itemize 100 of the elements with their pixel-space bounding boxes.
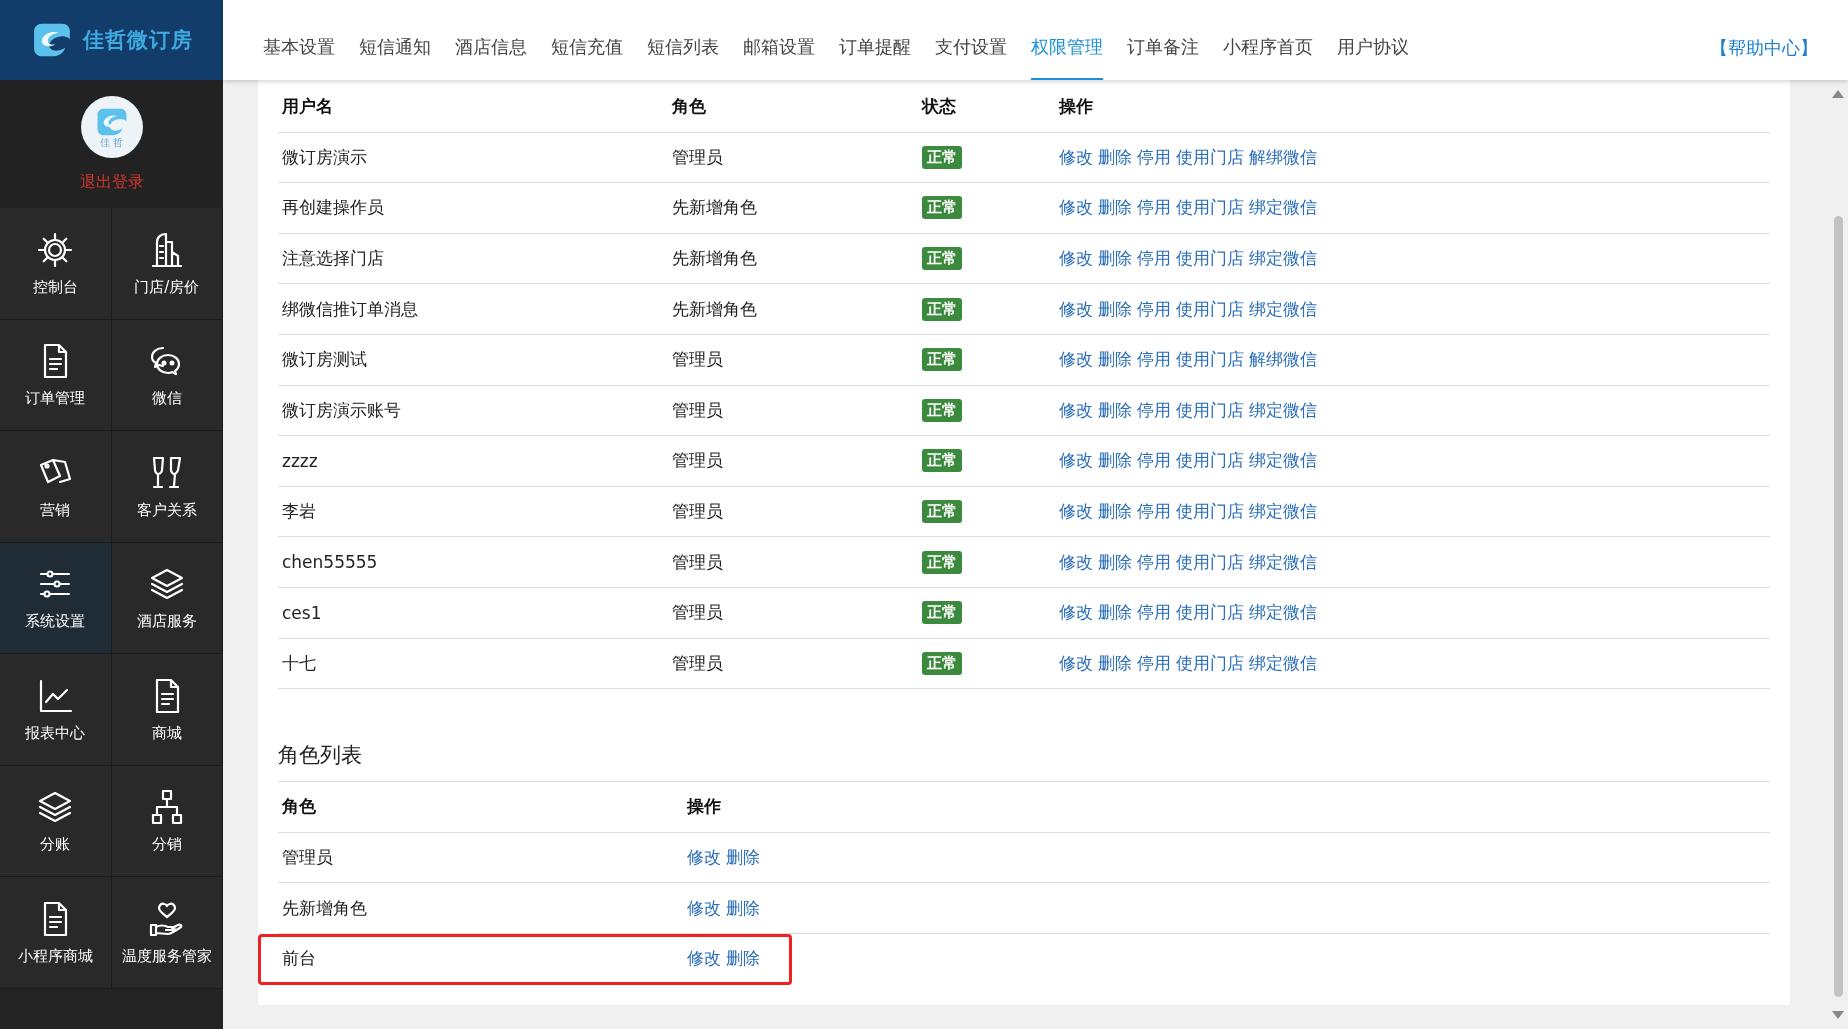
- nav-tab[interactable]: 基本设置: [263, 0, 335, 80]
- action-link[interactable]: 绑定微信: [1249, 449, 1317, 473]
- sidebar-item[interactable]: 微信: [111, 319, 223, 431]
- action-link[interactable]: 使用门店: [1176, 247, 1244, 271]
- action-link[interactable]: 修改: [1059, 348, 1093, 372]
- nav-tab[interactable]: 短信列表: [647, 0, 719, 80]
- action-link[interactable]: 绑定微信: [1249, 500, 1317, 524]
- action-link[interactable]: 停用: [1137, 247, 1171, 271]
- nav-tab[interactable]: 支付设置: [935, 0, 1007, 80]
- action-link[interactable]: 停用: [1137, 196, 1171, 220]
- sidebar-item[interactable]: 营销: [0, 431, 112, 543]
- nav-tab[interactable]: 订单提醒: [839, 0, 911, 80]
- action-link[interactable]: 绑定微信: [1249, 550, 1317, 574]
- action-link[interactable]: 修改: [1059, 651, 1093, 675]
- sidebar-item[interactable]: 报表中心: [0, 654, 112, 766]
- help-center-link[interactable]: 【帮助中心】: [1710, 20, 1818, 60]
- action-link[interactable]: 删除: [1098, 145, 1132, 169]
- sidebar-item[interactable]: 门店/房价: [111, 208, 223, 320]
- action-link[interactable]: 修改: [1059, 196, 1093, 220]
- action-link[interactable]: 删除: [726, 846, 760, 869]
- action-link[interactable]: 绑定微信: [1249, 651, 1317, 675]
- action-link[interactable]: 删除: [1098, 297, 1132, 321]
- action-link[interactable]: 绑定微信: [1249, 196, 1317, 220]
- nav-tab[interactable]: 短信充值: [551, 0, 623, 80]
- action-link[interactable]: 绑定微信: [1249, 297, 1317, 321]
- action-link[interactable]: 修改: [1059, 449, 1093, 473]
- action-link[interactable]: 删除: [1098, 651, 1132, 675]
- action-link[interactable]: 使用门店: [1176, 449, 1244, 473]
- action-link[interactable]: 删除: [1098, 550, 1132, 574]
- nav-tab[interactable]: 酒店信息: [455, 0, 527, 80]
- action-link[interactable]: 停用: [1137, 500, 1171, 524]
- action-link[interactable]: 停用: [1137, 601, 1171, 625]
- column-header: 操作: [1059, 95, 1094, 119]
- table-cell-text: 微订房测试: [282, 348, 368, 372]
- scrollbar-thumb[interactable]: [1833, 216, 1843, 997]
- action-link[interactable]: 修改: [1059, 398, 1093, 422]
- sidebar-item[interactable]: 客户关系: [111, 431, 223, 543]
- action-link[interactable]: 使用门店: [1176, 297, 1244, 321]
- action-link[interactable]: 修改: [687, 947, 721, 971]
- action-link[interactable]: 修改: [1059, 247, 1093, 271]
- scroll-down-icon[interactable]: [1832, 1011, 1844, 1019]
- action-link[interactable]: 使用门店: [1176, 145, 1244, 169]
- sidebar-item[interactable]: 酒店服务: [111, 542, 223, 654]
- action-link[interactable]: 停用: [1137, 398, 1171, 422]
- table-cell-text: 先新增角色: [672, 247, 758, 271]
- table-cell-text: 先新增角色: [672, 196, 758, 220]
- action-link[interactable]: 修改: [1059, 297, 1093, 321]
- action-link[interactable]: 使用门店: [1176, 550, 1244, 574]
- action-link[interactable]: 修改: [687, 896, 721, 920]
- action-link[interactable]: 修改: [1059, 500, 1093, 524]
- action-link[interactable]: 使用门店: [1176, 348, 1244, 372]
- action-link[interactable]: 删除: [1098, 196, 1132, 220]
- sidebar-item[interactable]: 小程序商城: [0, 877, 112, 989]
- table-cell-text: 管理员: [672, 651, 724, 675]
- action-link[interactable]: 停用: [1137, 449, 1171, 473]
- nav-tab[interactable]: 小程序首页: [1223, 0, 1313, 80]
- sidebar-item[interactable]: 分销: [111, 765, 223, 877]
- action-link[interactable]: 修改: [1059, 145, 1093, 169]
- action-link[interactable]: 删除: [1098, 398, 1132, 422]
- action-link[interactable]: 解绑微信: [1249, 348, 1317, 372]
- action-link[interactable]: 绑定微信: [1249, 247, 1317, 271]
- action-link[interactable]: 停用: [1137, 145, 1171, 169]
- action-link[interactable]: 使用门店: [1176, 398, 1244, 422]
- action-link[interactable]: 修改: [687, 846, 721, 869]
- table-cell-text: 管理员: [672, 500, 724, 524]
- nav-tab[interactable]: 短信通知: [359, 0, 431, 80]
- nav-tab[interactable]: 订单备注: [1127, 0, 1199, 80]
- sidebar-item[interactable]: 控制台: [0, 208, 112, 320]
- action-link[interactable]: 使用门店: [1176, 196, 1244, 220]
- action-link[interactable]: 删除: [1098, 449, 1132, 473]
- action-link[interactable]: 修改: [1059, 601, 1093, 625]
- action-link[interactable]: 绑定微信: [1249, 601, 1317, 625]
- logout-link[interactable]: 退出登录: [79, 171, 144, 193]
- action-link[interactable]: 删除: [1098, 500, 1132, 524]
- nav-tab[interactable]: 邮箱设置: [743, 0, 815, 80]
- table-cell-text: 十七: [282, 651, 317, 675]
- sidebar-item[interactable]: 分账: [0, 765, 112, 877]
- sidebar-item[interactable]: 温度服务管家: [111, 877, 223, 989]
- action-link[interactable]: 使用门店: [1176, 651, 1244, 675]
- sidebar-item[interactable]: 订单管理: [0, 319, 112, 431]
- action-link[interactable]: 绑定微信: [1249, 398, 1317, 422]
- sidebar-item[interactable]: 系统设置: [0, 542, 112, 654]
- nav-tab[interactable]: 用户协议: [1337, 0, 1409, 80]
- action-link[interactable]: 使用门店: [1176, 601, 1244, 625]
- action-link[interactable]: 解绑微信: [1249, 145, 1317, 169]
- action-link[interactable]: 删除: [1098, 348, 1132, 372]
- action-link[interactable]: 停用: [1137, 348, 1171, 372]
- action-link[interactable]: 停用: [1137, 651, 1171, 675]
- action-link[interactable]: 删除: [726, 947, 760, 971]
- action-link[interactable]: 删除: [1098, 247, 1132, 271]
- action-link[interactable]: 停用: [1137, 297, 1171, 321]
- scroll-up-icon[interactable]: [1832, 90, 1844, 98]
- brand-name: 佳哲微订房: [82, 27, 193, 54]
- status-badge: 正常: [922, 651, 962, 675]
- sidebar-item[interactable]: 商城: [111, 654, 223, 766]
- action-link[interactable]: 停用: [1137, 550, 1171, 574]
- action-link[interactable]: 删除: [1098, 601, 1132, 625]
- action-link[interactable]: 修改: [1059, 550, 1093, 574]
- action-link[interactable]: 删除: [726, 896, 760, 920]
- action-link[interactable]: 使用门店: [1176, 500, 1244, 524]
